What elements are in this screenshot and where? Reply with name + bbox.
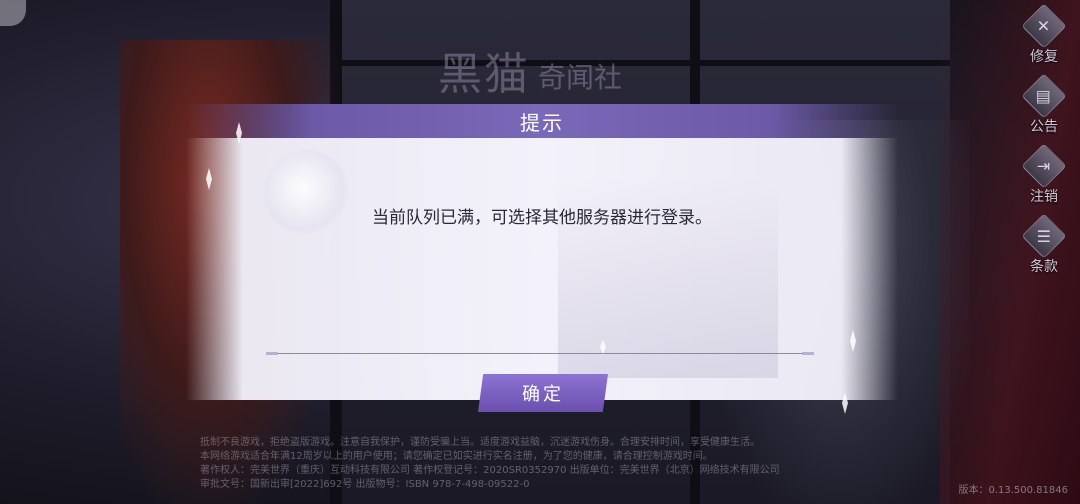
side-item-repair[interactable]: ✕ 修复 xyxy=(1016,3,1072,80)
side-item-notice[interactable]: ▤ 公告 xyxy=(1016,73,1072,150)
side-item-label: 公告 xyxy=(1030,119,1058,135)
dialog-message: 当前队列已满，可选择其他服务器进行登录。 xyxy=(372,208,712,228)
footer-line: 本网络游戏适合年满12周岁以上的用户使用；请您确定已如实进行实名注册，为了您的健… xyxy=(200,451,713,462)
dialog-header: 提示 xyxy=(186,104,898,138)
side-menu: ✕ 修复 ▤ 公告 ⇥ 注销 ☰ 条款 xyxy=(1016,3,1072,290)
side-item-label: 注销 xyxy=(1030,189,1058,205)
dialog-title: 提示 xyxy=(520,110,564,135)
document-icon: ☰ xyxy=(1021,213,1067,259)
footer-line: 审批文号：国新出审[2022]692号 出版物号：ISBN 978-7-498-… xyxy=(200,479,530,490)
dialog-divider xyxy=(266,352,814,355)
game-logo: 黑猫 奇闻社 xyxy=(438,30,648,100)
footer-line: 抵制不良游戏，拒绝盗版游戏。注意自我保护，谨防受骗上当。适度游戏益脑，沉迷游戏伤… xyxy=(200,437,760,448)
logout-icon: ⇥ xyxy=(1021,143,1067,189)
side-item-label: 修复 xyxy=(1030,49,1058,65)
side-item-label: 条款 xyxy=(1030,259,1058,275)
notice-icon: ▤ xyxy=(1021,73,1067,119)
wrench-icon: ✕ xyxy=(1021,3,1067,49)
side-item-logout[interactable]: ⇥ 注销 xyxy=(1016,143,1072,220)
footer-line: 著作权人：完美世界（重庆）互动科技有限公司 著作权登记号：2020SR03529… xyxy=(200,465,780,476)
version-label: 版本：0.13.500.81846 xyxy=(958,485,1068,496)
side-item-terms[interactable]: ☰ 条款 xyxy=(1016,213,1072,290)
confirm-button[interactable]: 确定 xyxy=(478,374,608,412)
dialog-body: 当前队列已满，可选择其他服务器进行登录。 确定 xyxy=(186,138,898,412)
logo-sub-text: 奇闻社 xyxy=(538,61,623,94)
logo-main-text: 黑猫 xyxy=(438,49,530,100)
legal-footer: 抵制不良游戏，拒绝盗版游戏。注意自我保护，谨防受骗上当。适度游戏益脑，沉迷游戏伤… xyxy=(200,436,920,492)
alert-dialog: 提示 当前队列已满，可选择其他服务器进行登录。 确定 xyxy=(186,104,898,412)
